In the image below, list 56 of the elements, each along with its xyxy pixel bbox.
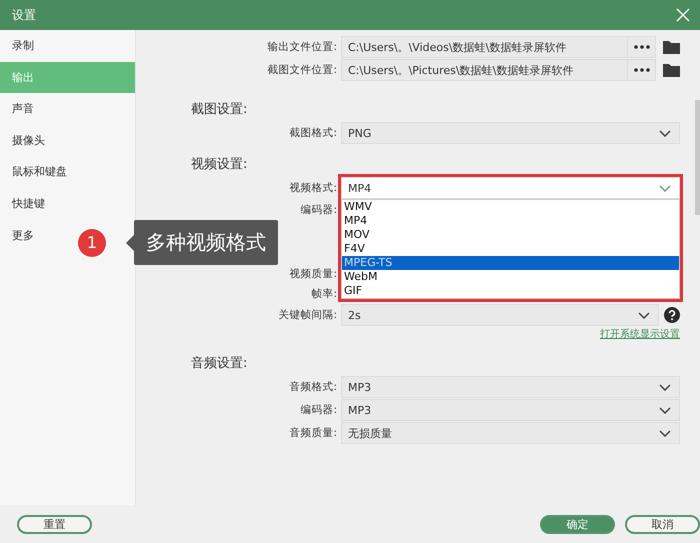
- section-heading: 视频设置:: [190, 156, 248, 174]
- more-icon: [634, 68, 650, 72]
- scrollbar[interactable]: [695, 100, 700, 215]
- field-label: 输出文件位置:: [266, 40, 337, 54]
- select-field[interactable]: 2s: [341, 304, 659, 326]
- ok-button[interactable]: 确定: [540, 514, 615, 534]
- dropdown-option[interactable]: MPEG-TS: [342, 256, 679, 270]
- chevron-icon: [659, 384, 671, 390]
- field-label: 编码器:: [299, 403, 337, 417]
- close-icon[interactable]: [676, 8, 690, 22]
- section-heading: 音频设置:: [190, 355, 248, 373]
- field-label: 音频质量:: [288, 426, 337, 440]
- reset-button[interactable]: 重置: [17, 514, 92, 534]
- section-heading: 截图设置:: [190, 101, 248, 119]
- dropdown-option[interactable]: MOV: [342, 228, 679, 242]
- chevron-icon: [638, 312, 650, 318]
- field-label: 关键帧间隔:: [277, 308, 337, 322]
- select-field[interactable]: MP3: [341, 399, 680, 421]
- dropdown-option[interactable]: F4V: [342, 242, 679, 256]
- browse-button[interactable]: [628, 36, 656, 58]
- field-label: 视频格式:: [288, 181, 337, 195]
- sidebar-item[interactable]: 录制: [0, 30, 135, 62]
- chevron-icon: [659, 184, 671, 192]
- sidebar-item[interactable]: 摄像头: [0, 124, 135, 156]
- field-label: 视频质量:: [288, 266, 337, 280]
- select-field[interactable]: MP4: [341, 177, 680, 199]
- chevron-icon: [659, 430, 671, 436]
- more-icon: [634, 45, 650, 49]
- callout-tooltip: 多种视频格式: [134, 220, 278, 265]
- dropdown-option[interactable]: MP4: [342, 214, 679, 228]
- dropdown-option[interactable]: WMV: [342, 200, 679, 214]
- sidebar-item[interactable]: 快捷键: [0, 188, 135, 220]
- select-field[interactable]: PNG: [341, 122, 680, 144]
- field-label: 截图格式:: [288, 126, 337, 140]
- cancel-button[interactable]: 取消: [625, 514, 700, 534]
- dropdown-option[interactable]: GIF: [342, 284, 679, 298]
- field-label: 帧率:: [310, 286, 337, 300]
- select-field[interactable]: MP3: [341, 376, 680, 398]
- help-icon[interactable]: [664, 307, 680, 323]
- field-label: 音频格式:: [288, 380, 337, 394]
- sidebar-item[interactable]: 声音: [0, 93, 135, 125]
- window-title: 设置: [12, 6, 36, 24]
- field-label: 编码器:: [299, 202, 337, 216]
- field-label: 截图文件位置:: [266, 63, 337, 77]
- sidebar-item[interactable]: 鼠标和键盘: [0, 156, 135, 188]
- select-field[interactable]: 无损质量: [341, 422, 680, 444]
- folder-icon[interactable]: [663, 40, 680, 54]
- dropdown-option[interactable]: WebM: [342, 270, 679, 284]
- display-settings-link[interactable]: 打开系统显示设置: [600, 327, 680, 343]
- chevron-icon: [659, 406, 671, 414]
- callout-pointer: [126, 234, 134, 250]
- chevron-icon: [659, 130, 671, 136]
- path-field[interactable]: C:\Users\。\Pictures\数据蛙\数据蛙录屏软件: [341, 59, 628, 81]
- folder-icon[interactable]: [663, 63, 680, 77]
- path-field[interactable]: C:\Users\。\Videos\数据蛙\数据蛙录屏软件: [341, 36, 628, 58]
- browse-button[interactable]: [628, 59, 656, 81]
